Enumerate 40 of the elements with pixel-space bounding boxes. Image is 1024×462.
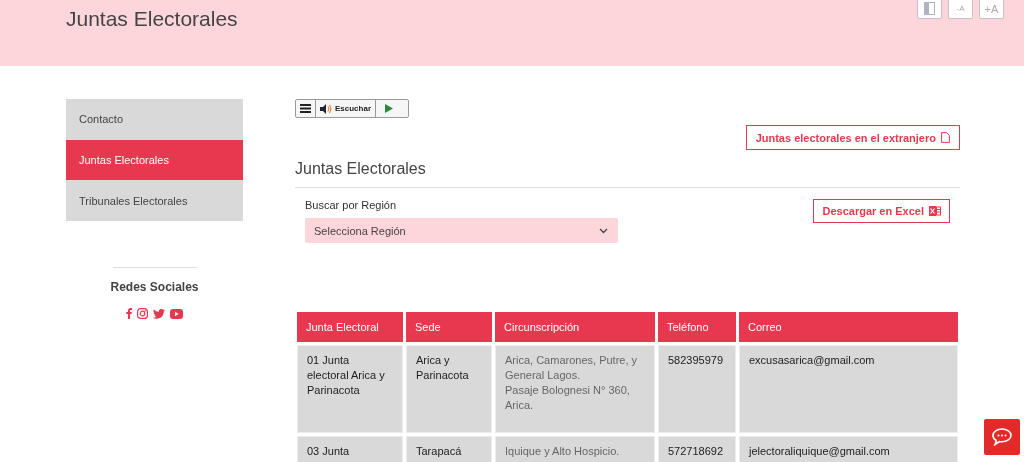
increase-font-button[interactable]: +A (979, 0, 1004, 19)
table-cell-text: 572718692 (668, 445, 724, 457)
table-cell-text: 03 Junta (307, 445, 350, 457)
contrast-icon (924, 2, 935, 15)
menu-icon (300, 104, 311, 113)
play-icon (385, 104, 394, 113)
bird-icon[interactable] (153, 308, 165, 319)
sidebar-item[interactable]: Juntas Electorales (66, 140, 243, 180)
decrease-font-button[interactable]: -A (948, 0, 973, 19)
column-header: Junta Electoral (297, 312, 403, 342)
table-cell-text: jelectoraliquique@gmail.com (749, 445, 890, 457)
table-cell-text: Tarapacá (416, 445, 462, 457)
region-dropdown[interactable]: Selecciona Región (305, 218, 618, 243)
abroad-link-button[interactable]: Juntas electorales en el extranjero (745, 125, 960, 150)
column-header: Sede (406, 312, 492, 342)
table-cell-text: 582395979 (668, 354, 724, 366)
column-header: Correo (739, 312, 958, 342)
instagram-icon[interactable] (137, 308, 148, 319)
chat-button[interactable] (984, 419, 1020, 455)
document-icon (941, 132, 950, 143)
column-header: Teléfono (658, 312, 736, 342)
table-cell-text: Pasaje Bolognesi N° 360, Arica. (505, 382, 631, 413)
chat-icon (992, 428, 1012, 446)
table-cell-text: excusasarica@gmail.com (749, 354, 875, 366)
table-cell-text: 01 Junta electoral Arica y Parinacota (307, 354, 385, 396)
table-cell-text: Arica, Camarones, Putre, y General Lagos. (505, 353, 639, 383)
speaker-icon (320, 103, 332, 114)
chevron-down-icon (599, 227, 608, 234)
spreadsheet-icon (929, 205, 941, 217)
excel-download-button[interactable]: Descargar en Excel (813, 199, 950, 223)
listen-button[interactable]: Escuchar (316, 100, 377, 117)
social-heading: Redes Sociales (110, 280, 199, 294)
column-header: Circunscripción (495, 312, 655, 342)
play-video-icon[interactable] (170, 308, 183, 319)
section-title: Juntas Electorales (295, 160, 427, 178)
table-cell-text: Iquique y Alto Hospicio. (505, 444, 621, 459)
filter-label: Buscar por Región (305, 199, 398, 211)
table-cell-text: Arica y Parinacota (416, 354, 469, 381)
facebook-icon[interactable] (126, 308, 132, 319)
page-title: Juntas Electorales (66, 7, 238, 32)
